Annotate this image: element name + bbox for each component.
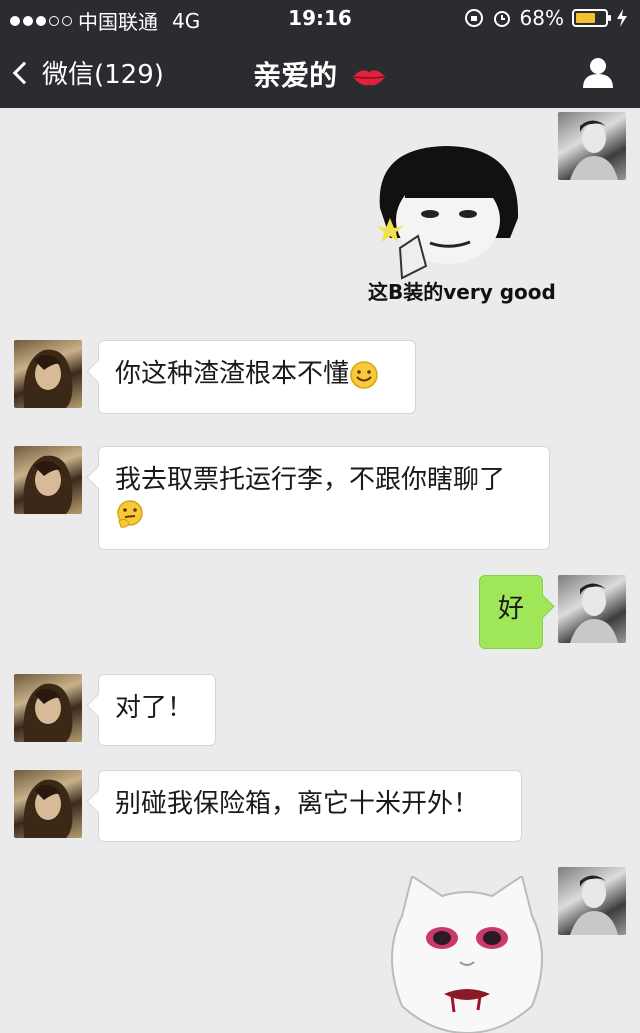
chat-area[interactable]: 这B装的very good 你这种渣渣根本不懂 我去取票托运行李，不跟你瞎聊了	[0, 108, 640, 1033]
avatar-contact[interactable]	[14, 446, 82, 514]
thinking-icon	[117, 500, 143, 528]
alarm-icon	[493, 11, 510, 27]
charging-bolt-icon	[617, 9, 627, 27]
lips-icon	[352, 70, 385, 86]
smile-icon	[350, 360, 378, 389]
battery-level	[576, 13, 596, 23]
message-text: 对了！	[115, 693, 194, 723]
chat-title: 亲爱的	[0, 54, 640, 94]
nav-bar: 微信(129) 亲爱的	[0, 38, 640, 108]
sticker-message[interactable]: 这B装的very good	[360, 138, 556, 308]
sticker-caption: 这B装的very good	[368, 280, 556, 304]
cat-face-sticker	[391, 874, 543, 1033]
message-text: 我去取票托运行李，不跟你瞎聊了	[115, 465, 506, 495]
status-bar: 中国联通 4G 19:16 68%	[0, 0, 640, 38]
message-bubble-received[interactable]: 我去取票托运行李，不跟你瞎聊了	[98, 446, 550, 550]
meme-thumbs-up-sticker	[376, 146, 519, 280]
chat-title-text: 亲爱的	[253, 59, 338, 92]
message-text: 好	[497, 594, 524, 624]
avatar-self[interactable]	[558, 575, 626, 643]
message-bubble-received[interactable]: 别碰我保险箱，离它十米开外！	[98, 770, 522, 842]
avatar-contact[interactable]	[14, 674, 82, 742]
rotation-lock-icon	[464, 9, 483, 27]
sticker-message[interactable]	[382, 874, 552, 1033]
avatar-self[interactable]	[558, 867, 626, 935]
message-bubble-received[interactable]: 对了！	[98, 674, 216, 746]
message-bubble-received[interactable]: 你这种渣渣根本不懂	[98, 340, 416, 414]
avatar-contact[interactable]	[14, 770, 82, 838]
top-header: 中国联通 4G 19:16 68% 微信(129) 亲爱的	[0, 0, 640, 108]
status-right: 68%	[464, 6, 628, 30]
avatar-contact[interactable]	[14, 340, 82, 408]
battery-icon	[572, 9, 611, 27]
message-text: 别碰我保险箱，离它十米开外！	[115, 789, 480, 819]
message-text: 你这种渣渣根本不懂	[115, 359, 350, 389]
message-bubble-sent[interactable]: 好	[479, 575, 543, 649]
person-icon[interactable]	[580, 54, 616, 90]
battery-percent: 68%	[519, 6, 564, 30]
avatar-self[interactable]	[558, 112, 626, 180]
